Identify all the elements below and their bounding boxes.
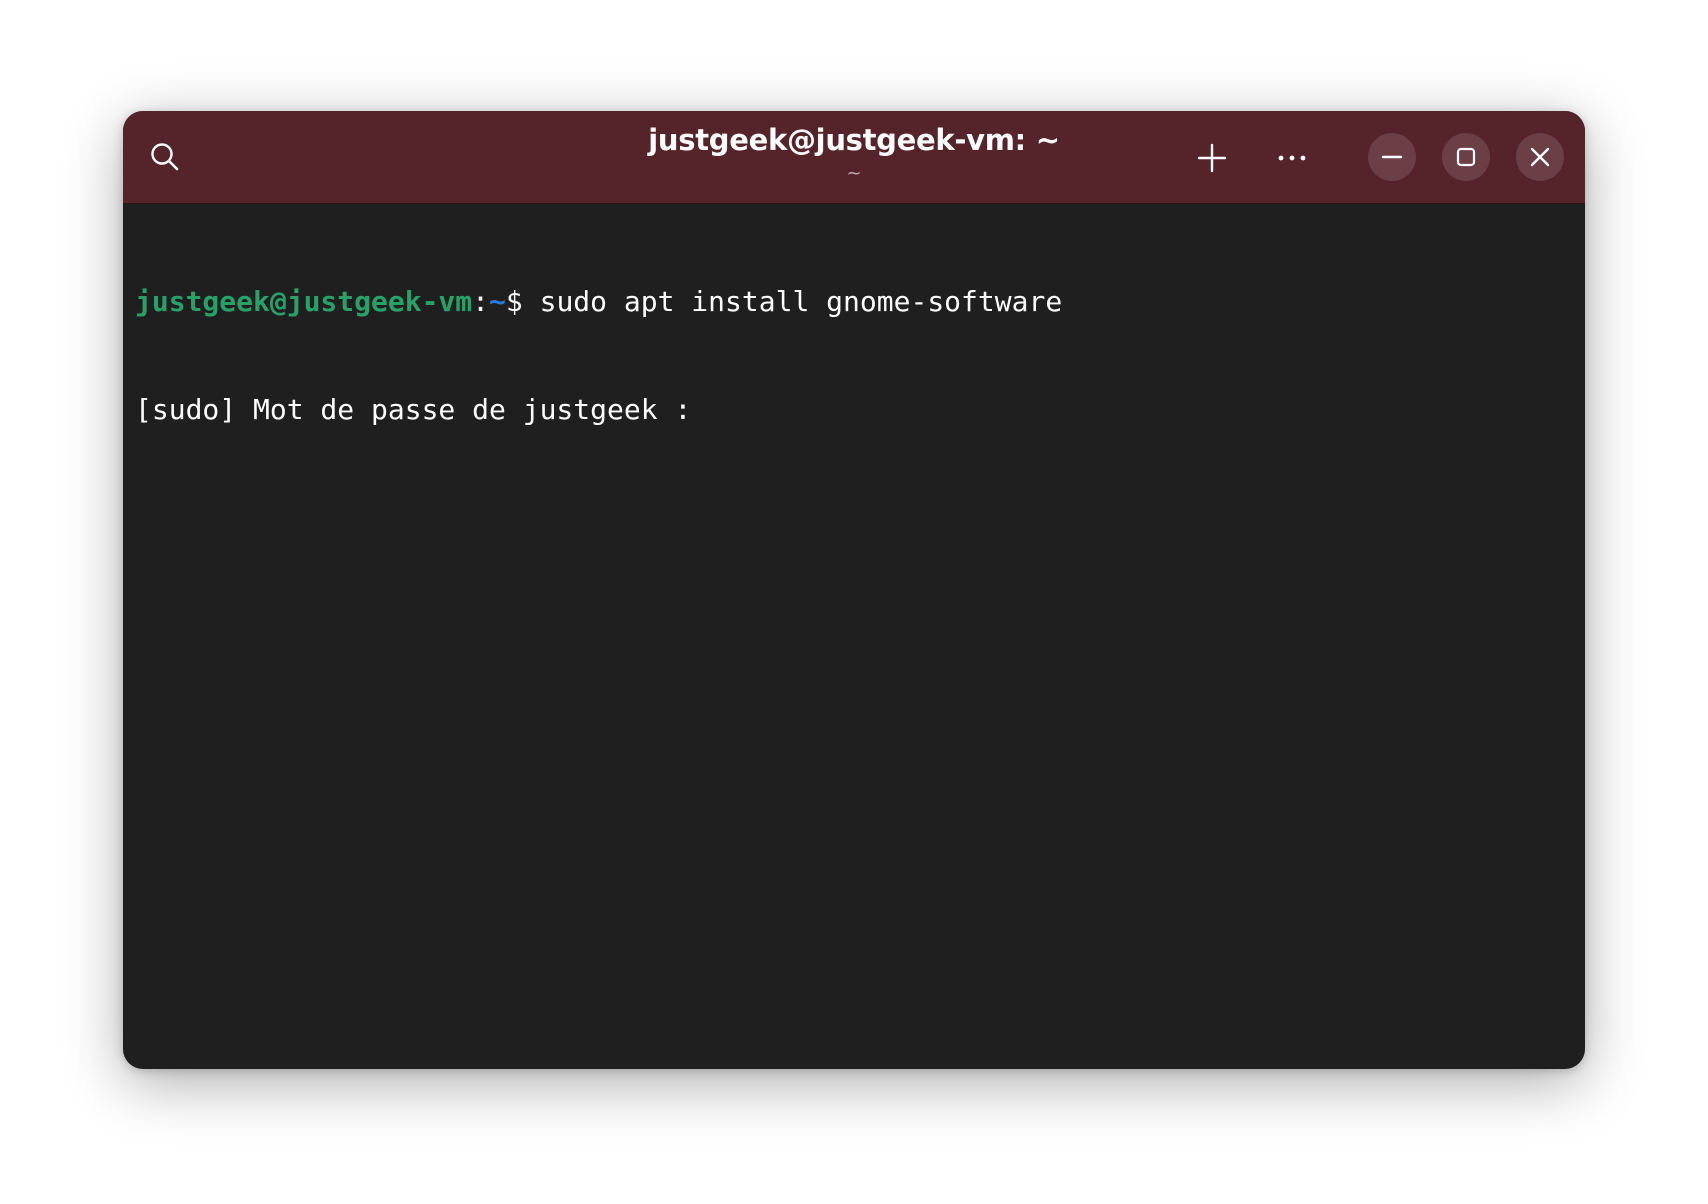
plus-icon xyxy=(1197,143,1227,173)
search-icon xyxy=(151,143,179,171)
maximize-icon xyxy=(1456,147,1476,167)
search-button[interactable] xyxy=(141,133,189,181)
window-subtitle: ~ xyxy=(846,163,862,184)
header-bar: justgeek@justgeek-vm: ~ ~ xyxy=(123,111,1585,204)
terminal-area[interactable]: justgeek@justgeek-vm:~$ sudo apt install… xyxy=(123,204,1585,1069)
window-title: justgeek@justgeek-vm: ~ xyxy=(648,123,1060,157)
close-button[interactable] xyxy=(1516,133,1564,181)
maximize-button[interactable] xyxy=(1442,133,1490,181)
prompt-colon: : xyxy=(472,285,490,318)
window-title-area: justgeek@justgeek-vm: ~ ~ xyxy=(123,121,1585,185)
prompt-symbol: $ xyxy=(505,285,523,318)
minimize-icon xyxy=(1381,155,1403,159)
output-line: [sudo] Mot de passe de justgeek : xyxy=(135,393,709,426)
minimize-button[interactable] xyxy=(1368,133,1416,181)
new-tab-button[interactable] xyxy=(1187,133,1237,183)
prompt-path: ~ xyxy=(489,285,506,318)
more-horizontal-icon xyxy=(1278,155,1306,161)
menu-button[interactable] xyxy=(1267,133,1317,183)
close-icon xyxy=(1530,147,1550,167)
command-text: sudo apt install gnome-software xyxy=(522,285,1063,318)
command-line: justgeek@justgeek-vm:~$ sudo apt install… xyxy=(135,284,1573,320)
prompt-user-host: justgeek@justgeek-vm xyxy=(135,285,473,318)
terminal-window: justgeek@justgeek-vm: ~ ~ justgeek@justg… xyxy=(123,111,1585,1069)
